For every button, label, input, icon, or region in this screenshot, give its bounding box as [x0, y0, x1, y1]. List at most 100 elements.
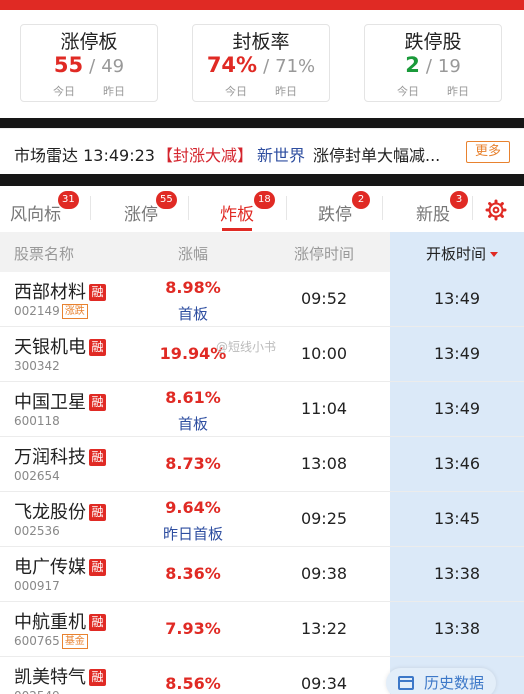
- open-time: 13:49: [433, 399, 481, 418]
- open-time: 13:45: [433, 509, 481, 528]
- limit-time: 13:08: [300, 454, 348, 473]
- category-tabs: 风向标 31 涨停 55 炸板 18 跌停 2 新股 3: [0, 186, 524, 232]
- stats-panel: 涨停板 55/49 今日 昨日 封板率 74%/71% 今日 昨日 跌停股 2/19…: [0, 10, 524, 118]
- change-pct: 7.93%: [165, 619, 221, 638]
- change-pct: 8.73%: [165, 454, 221, 473]
- board-type: 昨日首板: [162, 525, 223, 543]
- stock-name: 万润科技: [14, 447, 86, 468]
- market-radar-bar[interactable]: 市场雷达 13:49:23 【封涨大减】 新世界 涨停封单大幅减... 更多: [0, 128, 524, 174]
- stat-title: 跌停股: [404, 31, 462, 53]
- limit-time: 11:04: [300, 399, 348, 418]
- stock-code: 002549: [14, 689, 60, 694]
- stock-tag: 基金: [61, 634, 88, 649]
- stock-code: 300342: [14, 359, 60, 373]
- change-pct: 8.98%: [165, 278, 221, 297]
- tab-badge: 18: [254, 191, 275, 209]
- stock-code: 002536: [14, 524, 60, 538]
- stock-name: 电广传媒: [14, 557, 86, 578]
- stock-code: 000917: [14, 579, 60, 593]
- table-row[interactable]: 万润科技融 002654 8.73% 13:08 13:46: [0, 437, 524, 492]
- stat-today-value: 74%: [206, 53, 258, 77]
- open-time: 13:38: [433, 564, 481, 583]
- radar-time: 13:49:23: [83, 146, 155, 165]
- limit-time: 09:34: [300, 674, 348, 693]
- stat-yesterday-value: 71%: [275, 56, 316, 77]
- stock-code: 002654: [14, 469, 60, 483]
- watermark-text: @短线小书: [216, 340, 277, 354]
- tab-badge: 55: [156, 191, 177, 209]
- margin-icon: 融: [89, 669, 106, 686]
- open-time: 13:49: [433, 289, 481, 308]
- stock-table: 股票名称 涨幅 涨停时间 开板时间 西部材料融 002149 涨跌 8.98% 首…: [0, 232, 524, 694]
- header-limit-time[interactable]: 涨停时间: [294, 243, 354, 264]
- limit-time: 09:38: [300, 564, 348, 583]
- stock-code: 600765: [14, 634, 60, 648]
- tab-broken-board[interactable]: 炸板: [220, 200, 254, 225]
- stat-yesterday-value: 49: [101, 56, 125, 77]
- stat-title: 涨停板: [60, 31, 118, 53]
- table-row[interactable]: 西部材料融 002149 涨跌 8.98% 首板 09:52 13:49: [0, 272, 524, 327]
- stock-name: 中国卫星: [14, 392, 86, 413]
- history-data-button[interactable]: 历史数据: [386, 668, 496, 694]
- stock-name: 西部材料: [14, 282, 86, 303]
- margin-icon: 融: [89, 394, 106, 411]
- limit-time: 09:52: [300, 289, 348, 308]
- open-time: 13:46: [433, 454, 481, 473]
- stock-name: 凯美特气: [14, 667, 86, 688]
- calendar-icon: [398, 676, 414, 690]
- section-gap: [0, 174, 524, 186]
- top-header-bar: [0, 0, 524, 10]
- tab-limit-down[interactable]: 跌停: [318, 200, 352, 225]
- seal-rate-stat-card[interactable]: 封板率 74%/71% 今日 昨日: [192, 24, 330, 102]
- header-open-time[interactable]: 开板时间: [426, 243, 499, 264]
- radar-tag: 【封涨大减】: [156, 146, 253, 165]
- tab-new-stocks[interactable]: 新股: [416, 200, 450, 225]
- tab-badge: 3: [450, 191, 468, 209]
- open-time: 13:49: [433, 344, 481, 363]
- table-row[interactable]: 电广传媒融 000917 8.36% 09:38 13:38: [0, 547, 524, 602]
- limit-time: 10:00: [300, 344, 348, 363]
- table-row[interactable]: 飞龙股份融 002536 9.64% 昨日首板 09:25 13:45: [0, 492, 524, 547]
- tab-badge: 2: [352, 191, 370, 209]
- stat-yesterday-value: 19: [437, 56, 461, 77]
- active-tab-indicator: [222, 228, 252, 231]
- open-time: 13:38: [433, 619, 481, 638]
- stat-title: 封板率: [232, 31, 290, 53]
- board-type: 首板: [177, 305, 208, 323]
- change-pct: 8.56%: [165, 674, 221, 693]
- stock-name: 飞龙股份: [14, 502, 86, 523]
- table-row[interactable]: 中国卫星融 600118 8.61% 首板 11:04 13:49: [0, 382, 524, 437]
- radar-stock-link[interactable]: 新世界: [257, 146, 305, 165]
- limit-time: 13:22: [300, 619, 348, 638]
- margin-icon: 融: [89, 614, 106, 631]
- change-pct: 8.36%: [165, 564, 221, 583]
- limit-down-stat-card[interactable]: 跌停股 2/19 今日 昨日: [364, 24, 502, 102]
- radar-label: 市场雷达: [14, 146, 79, 165]
- change-pct: 8.61%: [165, 388, 221, 407]
- stat-today-value: 55: [53, 53, 84, 77]
- margin-icon: 融: [89, 339, 106, 356]
- header-change-pct[interactable]: 涨幅: [178, 243, 208, 264]
- margin-icon: 融: [89, 504, 106, 521]
- limit-up-stat-card[interactable]: 涨停板 55/49 今日 昨日: [20, 24, 158, 102]
- tab-badge: 31: [58, 191, 79, 209]
- table-row[interactable]: 中航重机融 600765 基金 7.93% 13:22 13:38: [0, 602, 524, 657]
- stat-today-value: 2: [405, 53, 420, 77]
- margin-icon: 融: [89, 284, 106, 301]
- gear-icon[interactable]: [484, 198, 508, 222]
- tab-limit-up[interactable]: 涨停: [124, 200, 158, 225]
- board-type: 首板: [177, 415, 208, 433]
- limit-time: 09:25: [300, 509, 348, 528]
- header-stock-name[interactable]: 股票名称: [14, 243, 74, 264]
- tab-wind-vane[interactable]: 风向标: [10, 200, 61, 225]
- stock-name: 天银机电: [14, 337, 86, 358]
- stock-tag: 涨跌: [61, 304, 88, 319]
- stock-code: 002149: [14, 304, 60, 318]
- sort-desc-icon: [490, 252, 499, 257]
- stock-name: 中航重机: [14, 612, 86, 633]
- stock-code: 600118: [14, 414, 60, 428]
- radar-description: 涨停封单大幅减...: [313, 146, 441, 165]
- more-button[interactable]: 更多: [466, 141, 510, 163]
- change-pct: 9.64%: [165, 498, 221, 517]
- table-header: 股票名称 涨幅 涨停时间 开板时间: [0, 232, 524, 272]
